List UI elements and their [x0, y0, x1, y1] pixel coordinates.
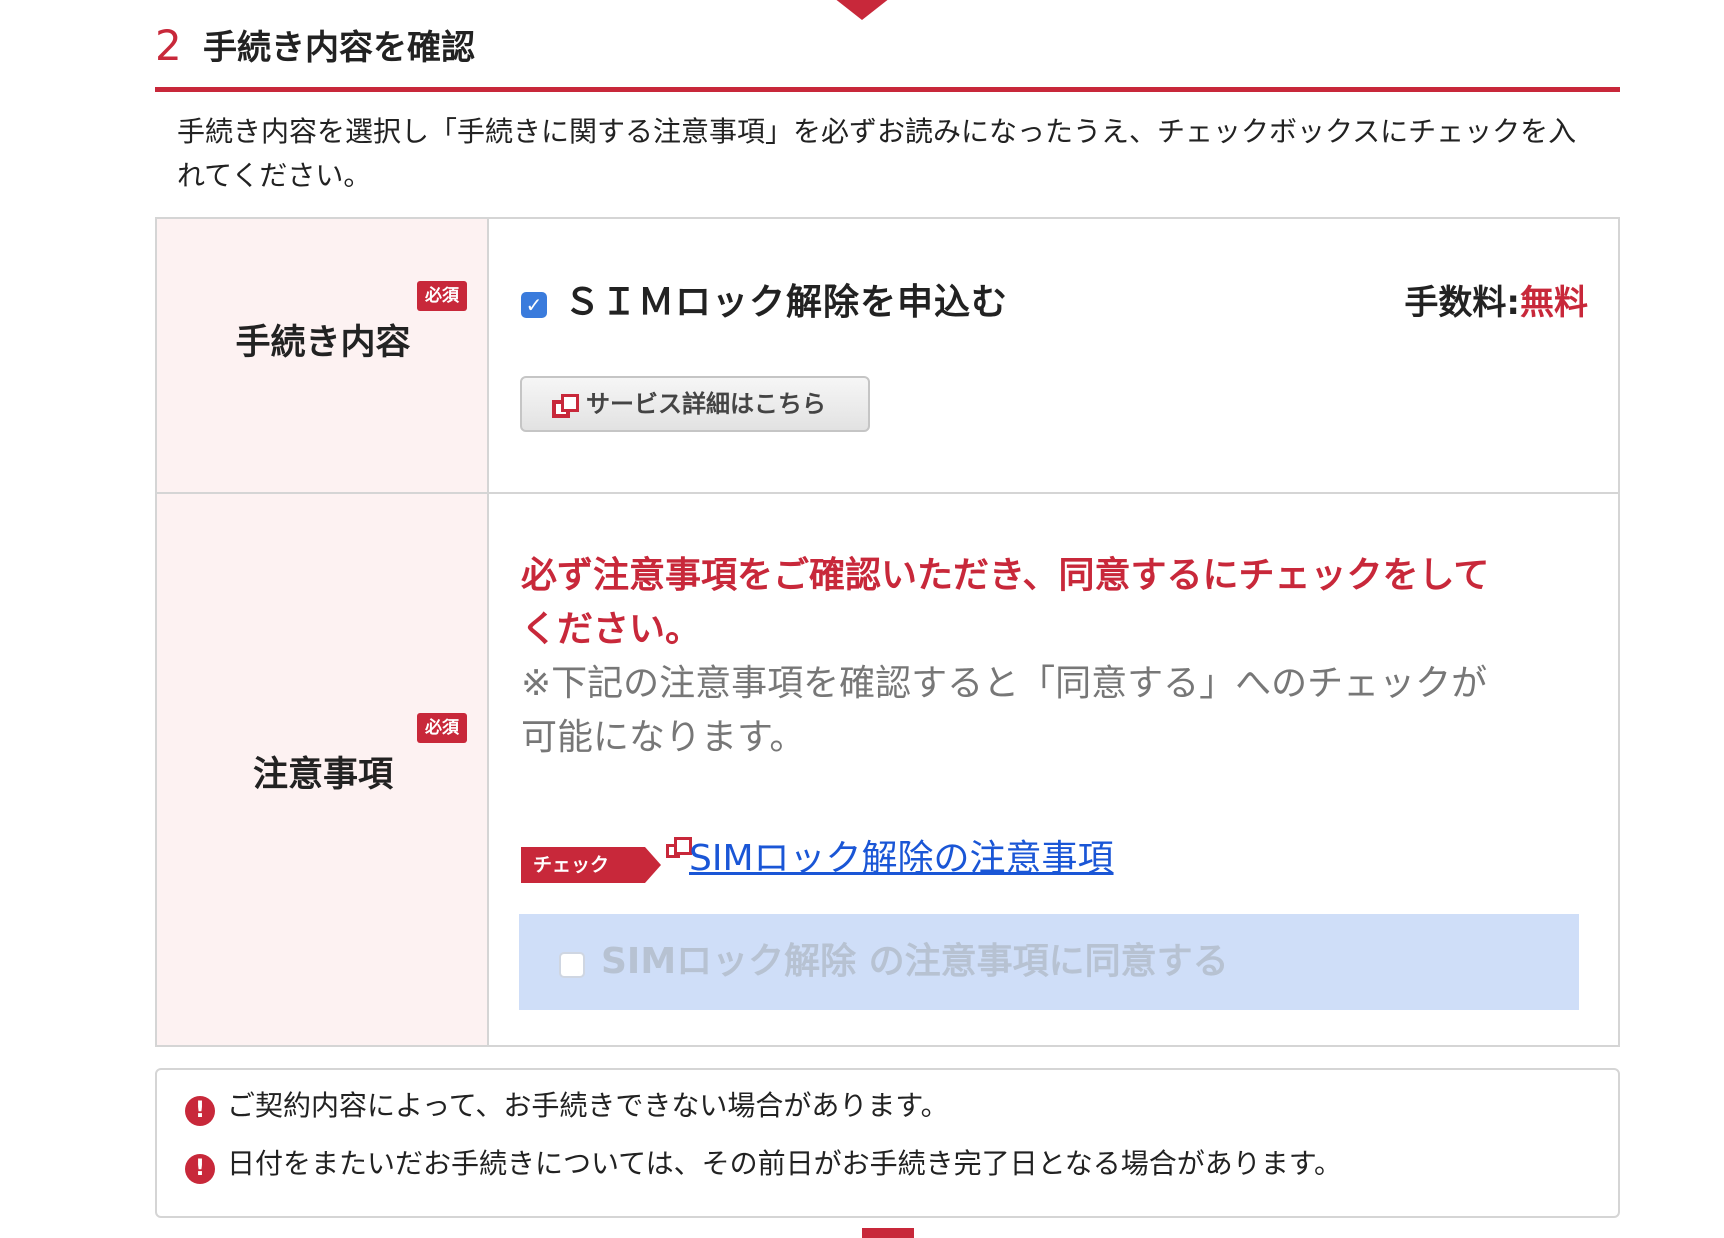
step-arrow-bottom: [862, 1228, 914, 1238]
procedure-form-table: 必須 手続き内容 ✓ ＳＩＭロック解除を申込む 手数料:無料 サービス詳細はこち…: [155, 217, 1620, 1047]
intro-text: 手続き内容を選択し「手続きに関する注意事項」を必ずお読みになったうえ、チェックボ…: [177, 115, 1577, 192]
notice-link[interactable]: SIMロック解除の注意事項: [689, 832, 1114, 886]
step-number: 2: [155, 21, 182, 70]
notes-box: ! ご契約内容によって、お手続きできない場合があります。 ! 日付をまたいだお手続き…: [155, 1068, 1620, 1218]
agree-checkbox[interactable]: [559, 952, 585, 978]
notice-header: 注意事項: [252, 755, 393, 795]
notice-row: 必須 注意事項 必ず注意事項をご確認いただき、同意するにチェックをしてください。…: [157, 494, 1618, 1045]
procedure-header: 手続き内容: [235, 323, 411, 363]
required-badge: 必須: [417, 713, 467, 743]
fee-label: 手数料:: [1404, 283, 1520, 323]
required-badge: 必須: [417, 281, 467, 311]
notice-sub-note: ※下記の注意事項を確認すると「同意する」へのチェックが可能になります。: [521, 663, 1488, 758]
check-tag: チェック: [521, 847, 661, 883]
external-link-icon: [552, 394, 579, 418]
step-arrow-top: [834, 0, 890, 20]
alert-icon: !: [185, 1096, 215, 1126]
procedure-value-cell: ✓ ＳＩＭロック解除を申込む 手数料:無料 サービス詳細はこちら: [489, 219, 1618, 492]
section-title: 手続き内容を確認: [203, 28, 475, 68]
procedure-option-label[interactable]: ＳＩＭロック解除を申込む: [564, 279, 1008, 327]
note-item: ! ご契約内容によって、お手続きできない場合があります。: [185, 1086, 949, 1126]
note-item: ! 日付をまたいだお手続きについては、その前日がお手続き完了日となる場合があります…: [185, 1144, 1342, 1184]
procedure-header-cell: 必須 手続き内容: [157, 219, 489, 492]
service-detail-label: サービス詳細はこちら: [586, 390, 826, 418]
external-link-icon: [666, 837, 692, 858]
notice-header-cell: 必須 注意事項: [157, 494, 489, 1045]
procedure-checkbox[interactable]: ✓: [521, 292, 547, 318]
notice-value-cell: 必ず注意事項をご確認いただき、同意するにチェックをしてください。 ※下記の注意事…: [489, 494, 1618, 1045]
note-text: ご契約内容によって、お手続きできない場合があります。: [227, 1089, 949, 1122]
service-detail-button[interactable]: サービス詳細はこちら: [520, 376, 870, 432]
alert-icon: !: [185, 1154, 215, 1184]
fee-value: 無料: [1520, 283, 1588, 323]
section-header: 2 手続き内容を確認: [155, 18, 1620, 92]
fee: 手数料:無料: [1404, 279, 1588, 327]
agree-box: SIMロック解除 の注意事項に同意する: [519, 914, 1579, 1010]
procedure-row: 必須 手続き内容 ✓ ＳＩＭロック解除を申込む 手数料:無料 サービス詳細はこち…: [157, 219, 1618, 494]
note-text: 日付をまたいだお手続きについては、その前日がお手続き完了日となる場合があります。: [227, 1147, 1342, 1180]
notice-warning: 必ず注意事項をご確認いただき、同意するにチェックをしてください。: [521, 555, 1490, 650]
agree-label: SIMロック解除 の注意事項に同意する: [601, 941, 1229, 982]
